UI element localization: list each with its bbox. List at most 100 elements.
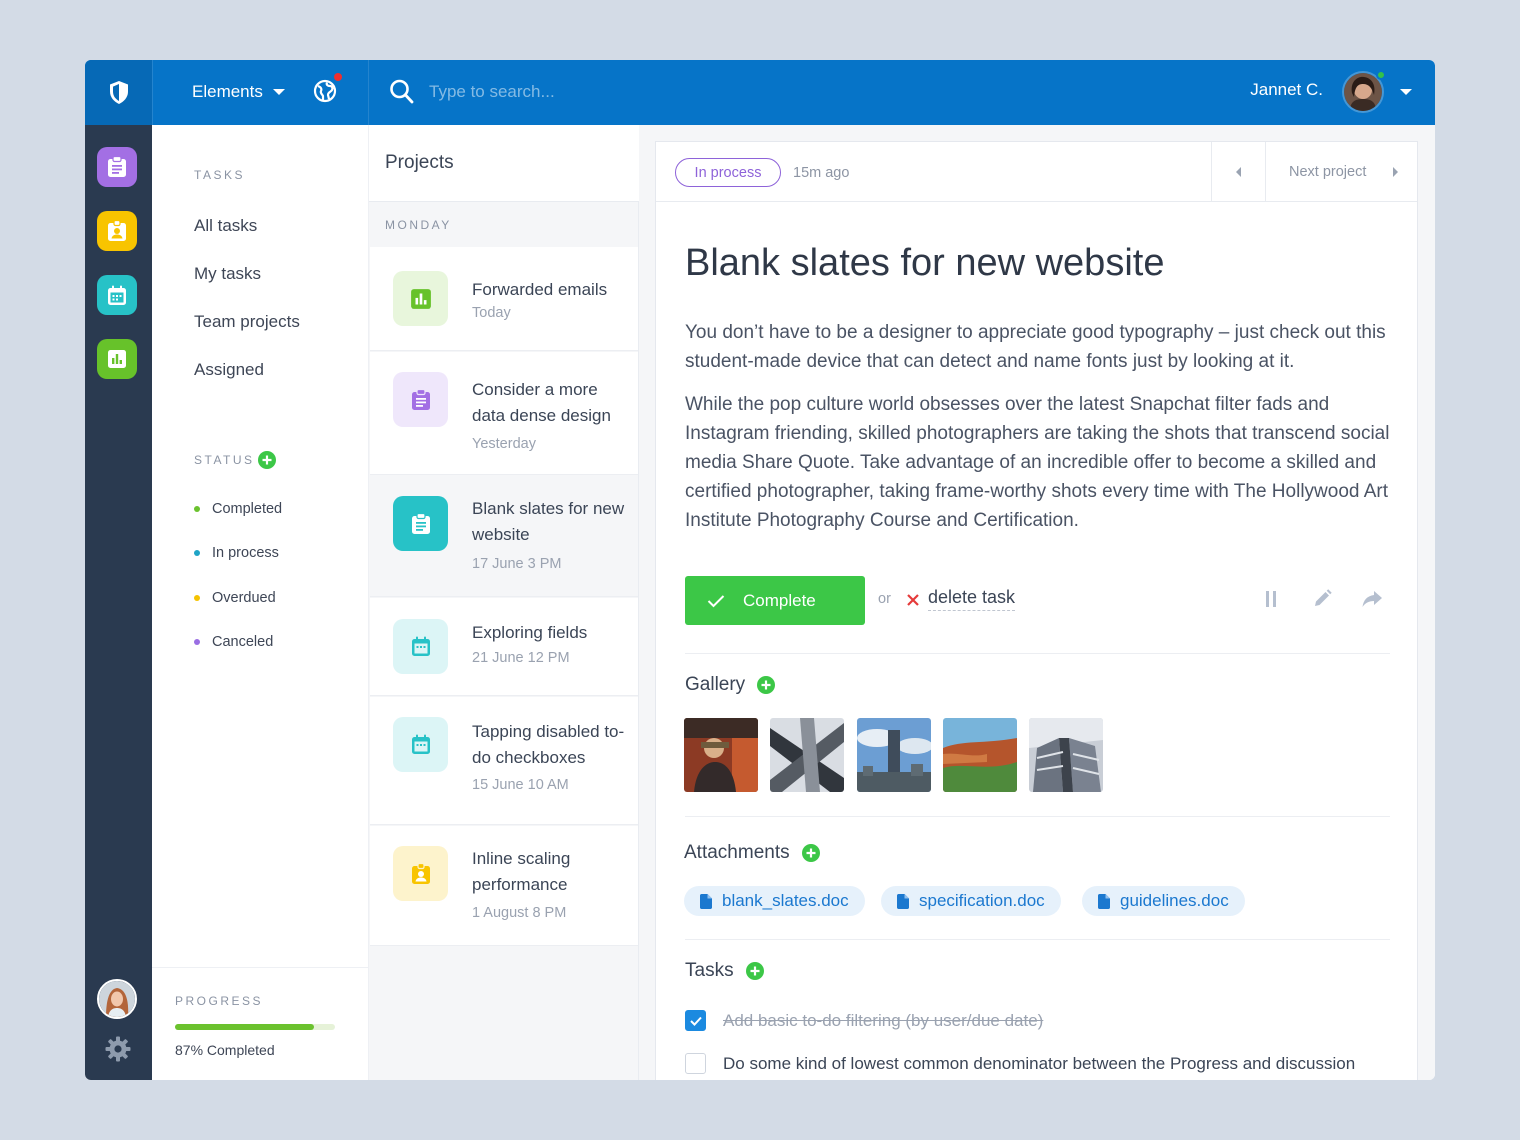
project-card[interactable]: Inline scaling performance 1 August 8 PM	[370, 826, 638, 946]
calendar-icon	[108, 285, 126, 305]
add-gallery-button[interactable]	[757, 676, 776, 694]
project-date: 1 August 8 PM	[472, 905, 567, 921]
project-card[interactable]: Consider a more data dense design Yester…	[370, 352, 638, 475]
project-title: Tapping disabled to-do checkboxes	[472, 722, 625, 767]
task-item: Do some kind of lowest common denominato…	[685, 1053, 1355, 1074]
search-icon[interactable]	[389, 78, 415, 106]
task-checkbox[interactable]	[685, 1010, 706, 1031]
gallery-image[interactable]	[943, 718, 1017, 792]
complete-button[interactable]: Complete	[685, 576, 865, 625]
status-label: Completed	[212, 501, 283, 517]
rail-contacts-button[interactable]	[97, 211, 137, 251]
notifications-button[interactable]	[313, 73, 342, 105]
project-icon	[393, 717, 448, 772]
status-badge[interactable]: In process	[675, 158, 781, 187]
rail-tasks-button[interactable]	[97, 147, 137, 187]
share-icon[interactable]	[1361, 588, 1383, 610]
gallery-image[interactable]	[684, 718, 758, 792]
project-icon	[393, 271, 448, 326]
rail-reports-button[interactable]	[97, 339, 137, 379]
task-text: Add basic to-do filtering (by user/due d…	[723, 1010, 1044, 1030]
calendar-icon	[411, 734, 430, 754]
gallery-image[interactable]	[1029, 718, 1103, 792]
elements-menu-button[interactable]: Elements	[192, 78, 285, 106]
task-text: Do some kind of lowest common denominato…	[723, 1053, 1356, 1073]
attachment-chip[interactable]: blank_slates.doc	[684, 886, 865, 916]
progress-bar	[175, 1024, 335, 1030]
gear-icon[interactable]	[105, 1036, 131, 1062]
tasks-title: Tasks	[685, 960, 734, 981]
status-dot	[194, 550, 200, 556]
plus-icon	[262, 455, 272, 465]
check-icon	[689, 1016, 702, 1026]
project-card[interactable]: Forwarded emails Today	[370, 247, 638, 351]
next-project-button[interactable]: Next project	[1267, 142, 1417, 201]
project-icon	[393, 619, 448, 674]
timestamp: 15m ago	[793, 165, 850, 181]
attachment-chip[interactable]: specification.doc	[881, 886, 1061, 916]
project-card[interactable]: Exploring fields 21 June 12 PM	[370, 598, 638, 696]
close-icon[interactable]	[906, 593, 920, 607]
add-task-button[interactable]	[745, 962, 764, 980]
progress-label: PROGRESS	[175, 994, 264, 1008]
chevron-down-icon[interactable]	[1400, 89, 1412, 95]
elements-menu-label: Elements	[192, 82, 263, 101]
previous-project-button[interactable]	[1211, 142, 1266, 201]
online-status-dot	[1376, 70, 1386, 80]
projects-column: Projects MONDAY Forwarded emails Today C…	[369, 125, 639, 1080]
edit-icon[interactable]	[1311, 588, 1333, 610]
status-section-label: STATUS	[194, 453, 255, 467]
nav-team-projects[interactable]: Team projects	[194, 312, 300, 332]
status-label: Canceled	[212, 634, 274, 650]
status-dot	[194, 595, 200, 601]
add-status-button[interactable]	[258, 451, 276, 469]
contact-card-icon	[108, 220, 126, 241]
chevron-down-icon	[272, 89, 285, 95]
divider	[685, 816, 1390, 817]
add-attachment-button[interactable]	[801, 844, 820, 862]
file-icon	[700, 893, 712, 909]
status-label: In process	[212, 545, 279, 561]
plus-icon	[806, 848, 816, 858]
status-overdued[interactable]: Overdued	[194, 590, 276, 606]
plus-icon	[761, 680, 771, 690]
user-name[interactable]: Jannet C.	[1250, 80, 1323, 100]
project-card-active[interactable]: Blank slates for new website 17 June 3 P…	[370, 476, 638, 597]
status-label: Overdued	[212, 590, 276, 606]
detail-card: In process 15m ago Next project Blank sl…	[655, 141, 1418, 1080]
contact-card-icon	[411, 862, 430, 884]
file-icon	[1098, 893, 1110, 909]
status-dot	[194, 506, 200, 512]
description-paragraph: While the pop culture world obsesses ove…	[685, 394, 1390, 531]
nav-assigned[interactable]: Assigned	[194, 360, 264, 380]
project-card[interactable]: Tapping disabled to-do checkboxes 15 Jun…	[370, 697, 638, 825]
divider	[685, 939, 1390, 940]
logo[interactable]	[85, 60, 152, 125]
gallery-image[interactable]	[770, 718, 844, 792]
search-input[interactable]	[429, 77, 929, 107]
check-icon	[707, 594, 725, 607]
tasks-section-label: TASKS	[194, 168, 245, 182]
project-date: Yesterday	[472, 436, 536, 452]
attachment-chip[interactable]: guidelines.doc	[1082, 886, 1245, 916]
clipboard-list-icon	[411, 512, 430, 534]
chevron-left-icon	[1236, 166, 1241, 177]
gallery-image[interactable]	[857, 718, 931, 792]
status-canceled[interactable]: Canceled	[194, 634, 273, 650]
project-date: Today	[472, 305, 511, 321]
nav-all-tasks[interactable]: All tasks	[194, 216, 257, 236]
rail-calendar-button[interactable]	[97, 275, 137, 315]
gallery-header: Gallery	[685, 674, 776, 696]
projects-header: Projects	[369, 125, 639, 202]
app-rail	[85, 125, 152, 1080]
status-completed[interactable]: Completed	[194, 501, 282, 517]
clipboard-list-icon	[108, 156, 126, 177]
project-title: Forwarded emails	[472, 280, 608, 299]
delete-task-link[interactable]: delete task	[928, 587, 1016, 611]
pause-icon[interactable]	[1260, 588, 1282, 610]
current-user-avatar[interactable]	[97, 979, 137, 1019]
bar-chart-icon	[108, 350, 126, 368]
nav-my-tasks[interactable]: My tasks	[194, 264, 261, 284]
status-in-process[interactable]: In process	[194, 545, 279, 561]
task-checkbox[interactable]	[685, 1053, 706, 1074]
